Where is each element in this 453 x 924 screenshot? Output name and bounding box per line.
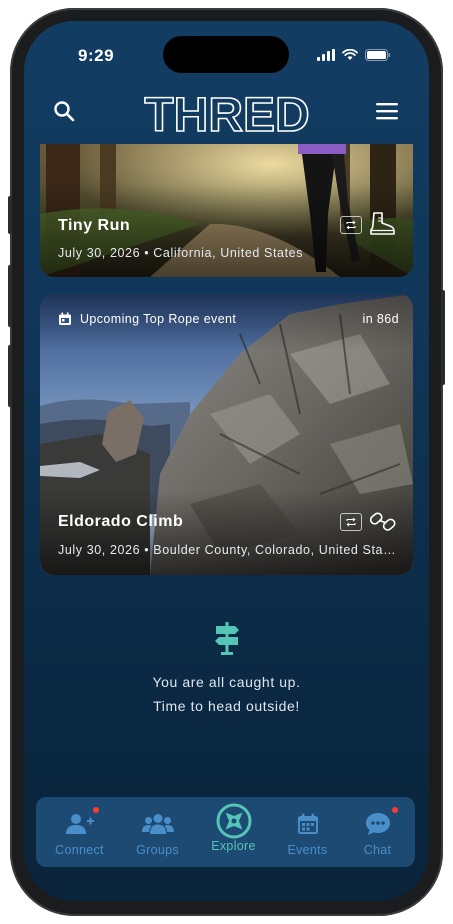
compass-icon xyxy=(216,803,251,839)
tab-explore[interactable]: Explore xyxy=(196,797,271,867)
tab-chat[interactable]: Chat xyxy=(340,797,415,867)
calendar-icon xyxy=(59,312,71,325)
thred-logo: THRED xyxy=(137,88,317,143)
upcoming-event-badge: Upcoming Top Rope event xyxy=(80,312,237,326)
notification-dot xyxy=(391,807,398,813)
event-card-eldorado-climb[interactable]: Upcoming Top Rope event in 86d Eldorado … xyxy=(40,294,413,575)
repeat-icon xyxy=(340,216,362,234)
event-title: Tiny Run xyxy=(58,217,131,234)
notification-dot xyxy=(92,807,99,813)
svg-text:THRED: THRED xyxy=(144,91,309,135)
hamburger-menu-icon xyxy=(376,103,398,120)
tab-label: Explore xyxy=(211,839,256,853)
tab-label: Connect xyxy=(55,843,104,857)
status-icons xyxy=(317,48,391,66)
repeat-icon xyxy=(340,513,362,531)
caught-up-line-2: Time to head outside! xyxy=(153,698,300,714)
tab-label: Events xyxy=(287,843,328,857)
search-icon xyxy=(54,101,75,122)
chat-bubble-icon xyxy=(365,813,390,835)
power-button xyxy=(441,290,445,385)
menu-button[interactable] xyxy=(371,95,403,127)
volume-down-button xyxy=(8,345,12,407)
add-user-icon xyxy=(65,814,94,834)
caught-up-line-1: You are all caught up. xyxy=(152,674,301,690)
tab-label: Chat xyxy=(363,843,392,857)
search-button[interactable] xyxy=(48,95,80,127)
climbing-cliff-photo xyxy=(40,294,413,575)
status-bar: 9:29 xyxy=(24,21,429,73)
signpost-icon xyxy=(214,622,239,655)
tab-label: Groups xyxy=(136,843,179,857)
app-screen: 9:29 THRED Tiny Run July 30, 2026 • Cali… xyxy=(24,21,429,901)
wifi-icon xyxy=(342,48,358,66)
carabiner-icon xyxy=(369,512,396,531)
volume-up-button xyxy=(8,265,12,327)
event-countdown: in 86d xyxy=(362,312,399,326)
app-header: THRED xyxy=(24,88,429,151)
tab-events[interactable]: Events xyxy=(270,797,345,867)
home-indicator xyxy=(159,887,293,892)
event-meta: July 30, 2026 • Boulder County, Colorado… xyxy=(58,543,398,557)
mute-switch xyxy=(8,196,12,234)
bottom-tab-bar: Connect Groups Explore Events Chat xyxy=(36,797,415,867)
boot-icon xyxy=(370,212,395,235)
group-icon xyxy=(141,814,174,834)
tab-connect[interactable]: Connect xyxy=(42,797,117,867)
signal-icon xyxy=(317,48,335,66)
calendar-icon xyxy=(297,813,318,834)
event-card-tiny-run[interactable]: Tiny Run July 30, 2026 • California, Uni… xyxy=(40,144,413,277)
caught-up-message: You are all caught up. Time to head outs… xyxy=(24,621,429,718)
dynamic-island xyxy=(163,36,289,73)
event-title: Eldorado Climb xyxy=(58,513,184,530)
tab-groups[interactable]: Groups xyxy=(120,797,195,867)
battery-icon xyxy=(365,48,391,66)
event-meta: July 30, 2026 • California, United State… xyxy=(58,246,304,260)
status-time: 9:29 xyxy=(78,46,115,65)
